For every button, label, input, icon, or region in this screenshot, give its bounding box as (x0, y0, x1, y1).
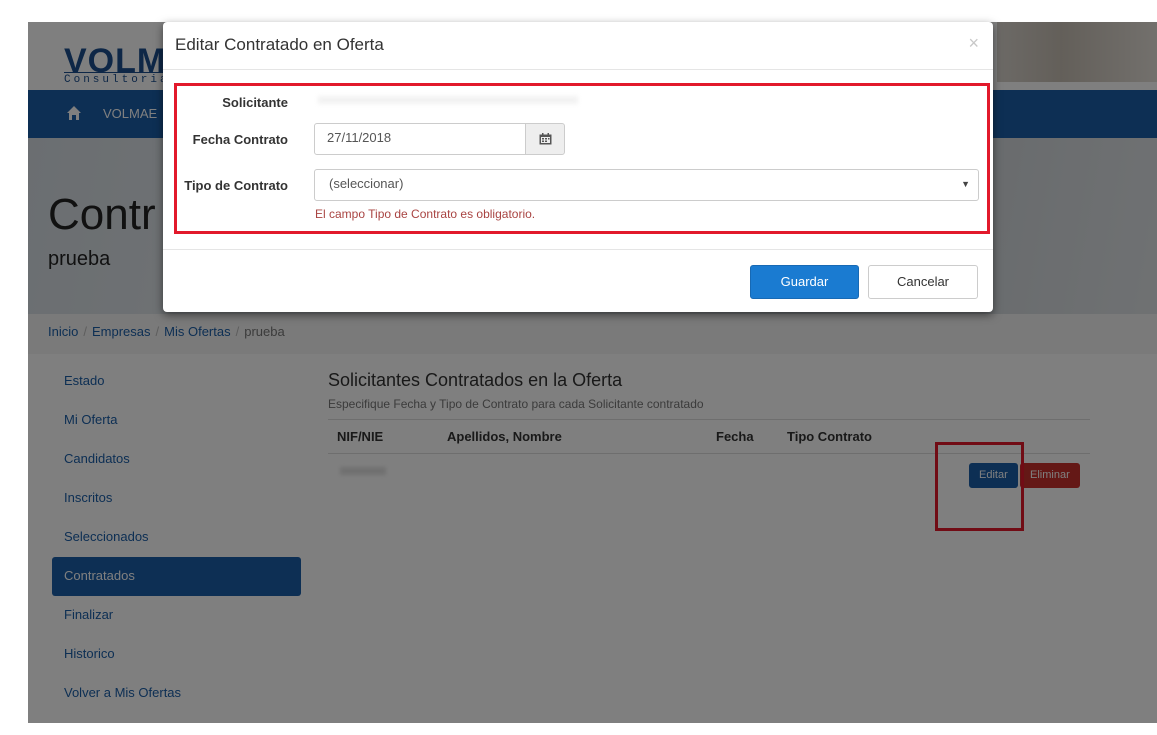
modal-footer: Guardar Cancelar (163, 250, 993, 312)
page-margin-bottom (0, 723, 1157, 735)
modal-body: Solicitante Fecha Contrato 27/11/2018 Ti… (163, 70, 993, 250)
page-margin-top (0, 0, 1157, 22)
cancel-button[interactable]: Cancelar (868, 265, 978, 299)
page-margin-left (0, 0, 28, 735)
highlight-frame-form (174, 83, 990, 234)
modal-title: Editar Contratado en Oferta (175, 35, 384, 54)
edit-contract-modal: Editar Contratado en Oferta × Solicitant… (163, 22, 993, 312)
modal-header: Editar Contratado en Oferta × (163, 22, 993, 70)
close-icon[interactable]: × (968, 33, 979, 54)
save-button[interactable]: Guardar (750, 265, 859, 299)
